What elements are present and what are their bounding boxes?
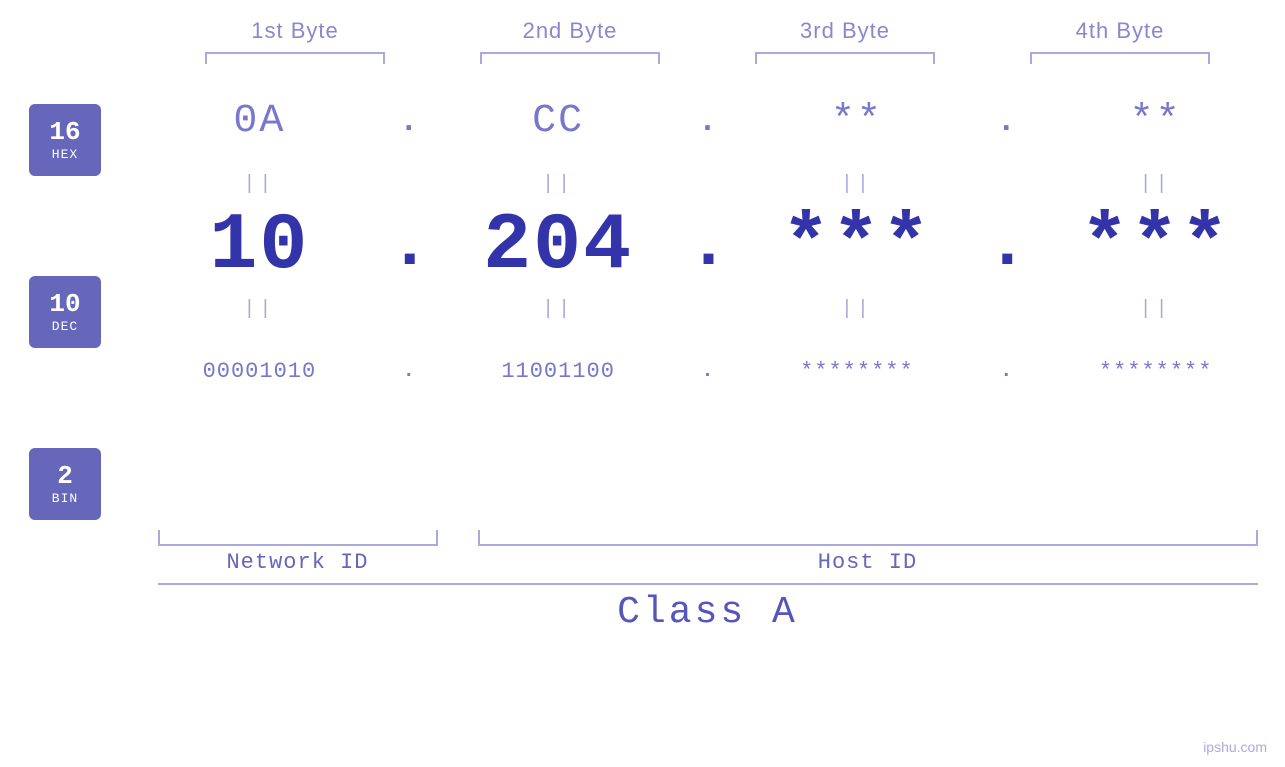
eq-row-1: || || || ||	[130, 169, 1285, 199]
dec-dot-2: .	[688, 207, 728, 286]
byte2-header: 2nd Byte	[433, 18, 708, 44]
eq-2-1: ||	[130, 298, 389, 321]
eq-1-3: ||	[728, 173, 987, 196]
hex-row: 0A . CC . ** . **	[130, 74, 1285, 169]
watermark: ipshu.com	[1203, 739, 1267, 755]
eq-1-4: ||	[1026, 173, 1285, 196]
hex-dot-1: .	[389, 103, 429, 140]
bin-cell-3: ********	[728, 359, 987, 384]
bin-dot-1: .	[389, 360, 429, 383]
hex-cell-1: 0A	[130, 99, 389, 144]
hex-dot-3: .	[986, 103, 1026, 140]
ip-rows: 0A . CC . ** . ** || || || || 10	[130, 74, 1285, 520]
dec-dot-3: .	[986, 207, 1026, 286]
bin-cell-1: 00001010	[130, 359, 389, 384]
top-brackets	[158, 52, 1258, 64]
bin-cell-2: 11001100	[429, 359, 688, 384]
bin-dot-3: .	[986, 360, 1026, 383]
badges-col: 16 HEX 10 DEC 2 BIN	[0, 74, 130, 520]
hex-cell-3: **	[728, 99, 987, 144]
eq-2-3: ||	[728, 298, 987, 321]
byte3-header: 3rd Byte	[708, 18, 983, 44]
eq-1-2: ||	[429, 173, 688, 196]
eq-2-2: ||	[429, 298, 688, 321]
dec-cell-3: ***	[728, 201, 987, 292]
class-label: Class A	[158, 591, 1258, 634]
dec-badge: 10 DEC	[29, 276, 101, 348]
hex-dot-2: .	[688, 103, 728, 140]
bin-dot-2: .	[688, 360, 728, 383]
bin-badge: 2 BIN	[29, 448, 101, 520]
byte-headers: 1st Byte 2nd Byte 3rd Byte 4th Byte	[158, 18, 1258, 44]
eq-2-4: ||	[1026, 298, 1285, 321]
eq-1-1: ||	[130, 173, 389, 196]
hex-badge: 16 HEX	[29, 104, 101, 176]
dec-dot-1: .	[389, 207, 429, 286]
class-bracket	[158, 583, 1258, 585]
hex-cell-4: **	[1026, 99, 1285, 144]
dec-cell-4: ***	[1026, 201, 1285, 292]
dec-cell-1: 10	[130, 201, 389, 292]
host-id-bracket	[478, 530, 1258, 546]
hex-cell-2: CC	[429, 99, 688, 144]
network-id-bracket	[158, 530, 438, 546]
dec-row: 10 . 204 . *** . ***	[130, 199, 1285, 294]
host-id-label: Host ID	[478, 550, 1258, 575]
content-area: 16 HEX 10 DEC 2 BIN 0A . CC . ** . **	[0, 74, 1285, 520]
network-id-label: Network ID	[158, 550, 438, 575]
bottom-brackets	[158, 530, 1258, 546]
main-container: 1st Byte 2nd Byte 3rd Byte 4th Byte 16 H…	[0, 0, 1285, 767]
bin-cell-4: ********	[1026, 359, 1285, 384]
bottom-labels: Network ID Host ID	[158, 550, 1258, 575]
bin-row: 00001010 . 11001100 . ******** . *******…	[130, 324, 1285, 419]
dec-cell-2: 204	[429, 201, 688, 292]
byte4-header: 4th Byte	[983, 18, 1258, 44]
byte1-header: 1st Byte	[158, 18, 433, 44]
eq-row-2: || || || ||	[130, 294, 1285, 324]
